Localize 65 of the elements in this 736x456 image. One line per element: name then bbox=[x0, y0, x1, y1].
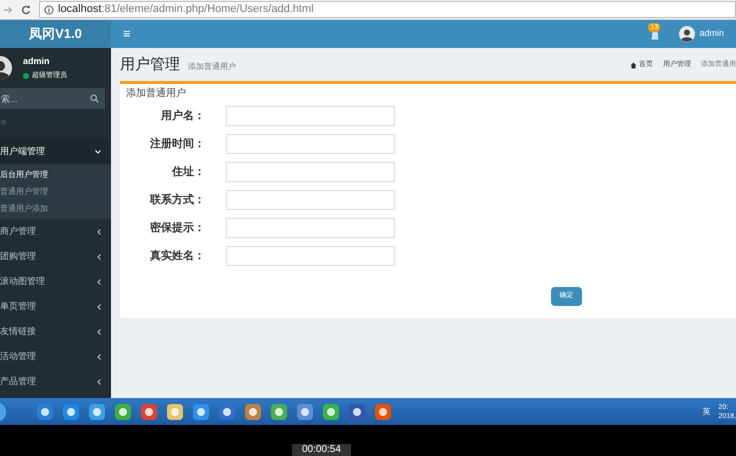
input-field[interactable] bbox=[226, 218, 395, 238]
field-label: 用户名： bbox=[160, 108, 206, 124]
page-subtitle: 添加普通用户 bbox=[188, 61, 236, 73]
sidebar-menu-item[interactable]: 产品管理 bbox=[0, 369, 111, 394]
reload-icon bbox=[21, 4, 31, 14]
avatar-icon bbox=[0, 56, 12, 80]
app-icon bbox=[270, 402, 288, 420]
start-button-icon bbox=[0, 402, 6, 422]
address-bar[interactable]: localhost:81/eleme/admin.php/Home/Users/add.html bbox=[39, 1, 736, 18]
chevron-icon bbox=[97, 254, 101, 260]
app-icon bbox=[88, 402, 106, 420]
recording-timer: 00:00:54 bbox=[292, 444, 351, 456]
home-icon bbox=[630, 62, 637, 69]
app-icon bbox=[296, 402, 314, 420]
app-icon bbox=[348, 402, 366, 420]
input-field[interactable] bbox=[226, 190, 395, 210]
user-name[interactable]: admin bbox=[699, 27, 724, 41]
app-icon bbox=[114, 402, 132, 420]
sidebar-menu-item[interactable]: 商户管理 bbox=[0, 219, 111, 244]
input-field[interactable] bbox=[226, 162, 395, 182]
field-label: 注册时间： bbox=[149, 136, 206, 152]
app-icon bbox=[140, 402, 158, 420]
submenu-item[interactable]: 普通用户管理 bbox=[0, 183, 111, 200]
input-field[interactable] bbox=[226, 134, 395, 154]
app-icon bbox=[36, 402, 54, 420]
input-field[interactable] bbox=[226, 246, 395, 266]
field-label: 密保提示： bbox=[149, 220, 206, 236]
chevron-icon bbox=[97, 278, 101, 284]
submenu-item[interactable]: 后台用户管理 bbox=[0, 166, 111, 183]
chevron-icon bbox=[95, 150, 101, 154]
sidebar-menu-item[interactable]: 活动管理 bbox=[0, 344, 111, 369]
app-icon bbox=[374, 402, 392, 420]
search-icon bbox=[90, 94, 99, 103]
sidebar-menu-item[interactable]: 滚动图管理 bbox=[0, 269, 111, 294]
sidebar-menu-item[interactable]: 友情链接 bbox=[0, 319, 111, 344]
chevron-icon bbox=[97, 378, 101, 384]
forward-button[interactable] bbox=[4, 6, 13, 14]
chevron-icon bbox=[97, 328, 101, 334]
app-icon bbox=[322, 402, 340, 420]
app-icon bbox=[62, 402, 80, 420]
page-title: 用户管理 bbox=[120, 55, 180, 76]
field-label: 住址： bbox=[170, 164, 206, 180]
sidebar-menu-item[interactable]: 团购管理 bbox=[0, 244, 111, 269]
info-icon bbox=[44, 4, 54, 14]
chevron-icon bbox=[97, 354, 101, 360]
panel-title: 添加普通用户 bbox=[125, 86, 187, 101]
app-icon bbox=[218, 402, 236, 420]
field-label: 真实姓名： bbox=[149, 248, 206, 264]
chevron-icon bbox=[97, 304, 101, 310]
search-field[interactable]: 索... bbox=[0, 88, 105, 109]
menu-toggle[interactable]: ≡ bbox=[119, 24, 135, 44]
input-field[interactable] bbox=[226, 106, 395, 126]
sidebar-menu-item[interactable]: 单页管理 bbox=[0, 294, 111, 319]
sidebar-menu-item[interactable]: 用户端管理 bbox=[0, 139, 111, 164]
app-icon bbox=[244, 402, 262, 420]
submenu-item[interactable]: 普通用户添加 bbox=[0, 200, 111, 217]
sidebar-user-name: admin bbox=[23, 55, 51, 68]
app-icon bbox=[192, 402, 210, 420]
input-method-indicator[interactable]: 英 bbox=[702, 406, 710, 418]
avatar-icon bbox=[679, 26, 696, 42]
app-icon bbox=[166, 402, 184, 420]
bell-icon bbox=[649, 30, 662, 42]
chevron-icon bbox=[97, 228, 101, 234]
field-label: 联系方式： bbox=[148, 192, 206, 208]
url-text: localhost:81/eleme/admin.php/Home/Users/add.html bbox=[58, 2, 314, 18]
